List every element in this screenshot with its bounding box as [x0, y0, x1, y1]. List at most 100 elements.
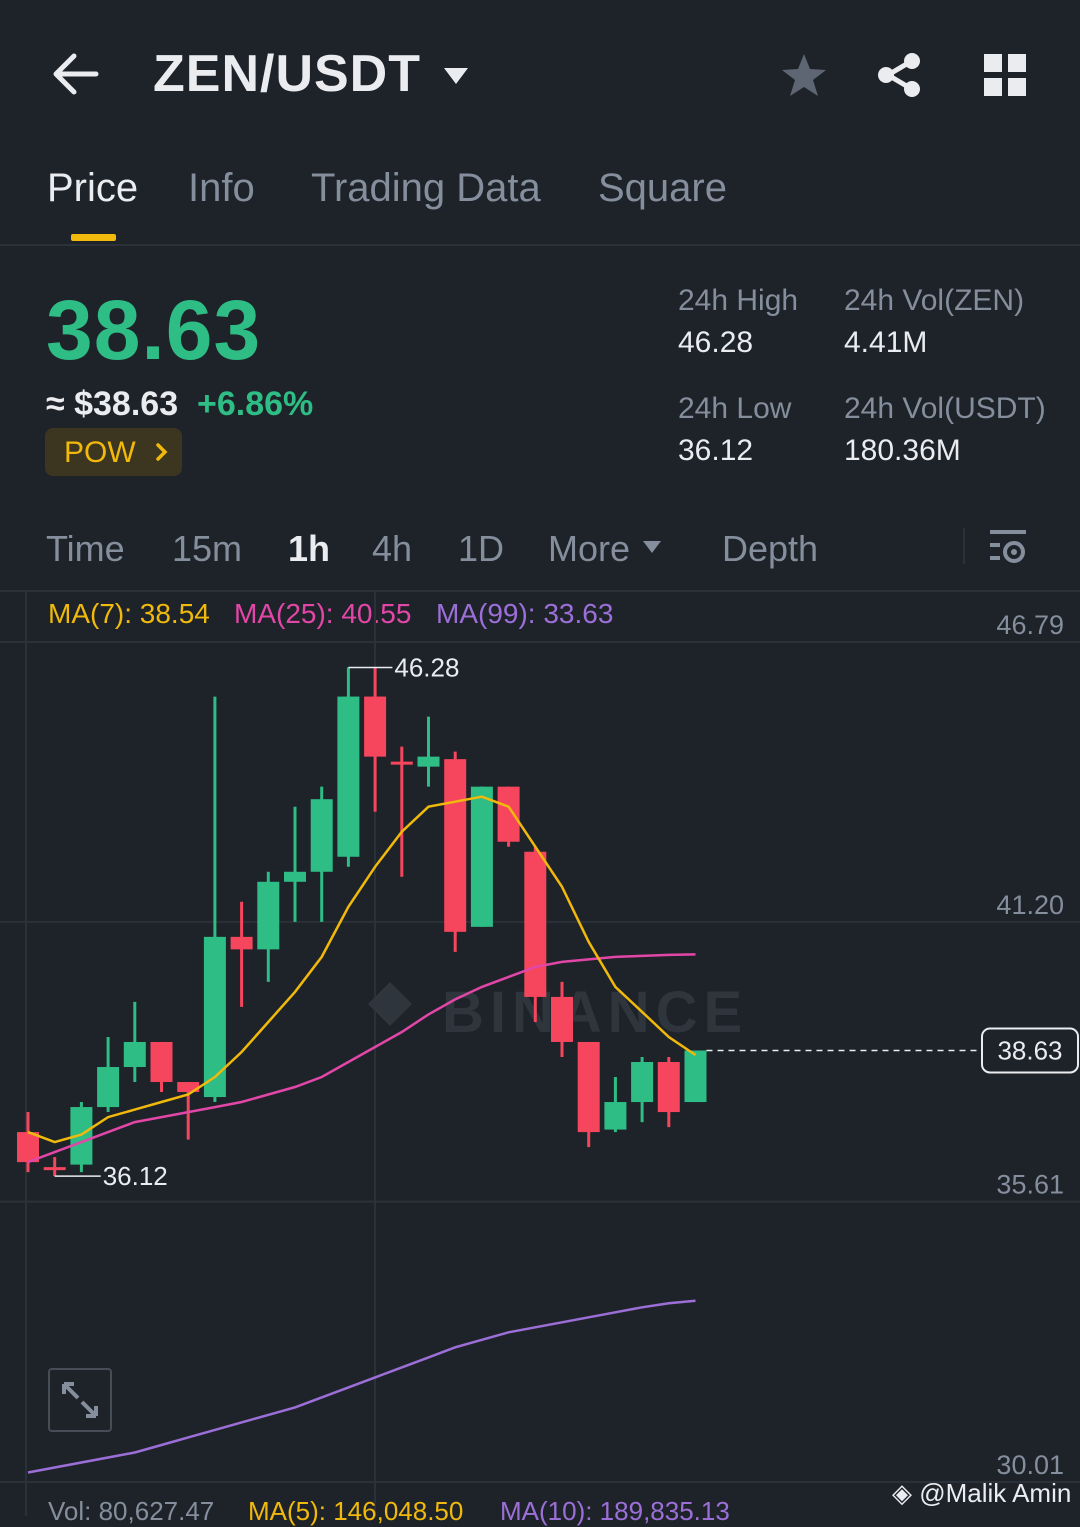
toolbar-divider — [963, 528, 965, 564]
candle — [444, 751, 467, 952]
candle-body — [150, 1041, 173, 1083]
tf-4h[interactable]: 4h — [372, 528, 412, 570]
candle-body — [470, 786, 493, 927]
price-axis-label: 30.01 — [996, 1450, 1064, 1480]
chevron-right-icon — [156, 443, 168, 461]
candle — [417, 716, 440, 787]
candle-body — [230, 936, 253, 950]
candlestick-chart[interactable]: BINANCE 46.28 36.12 38.63 46.79 41.20 35.61 3… — [0, 592, 1080, 1516]
credit-watermark: ◈ @Malik Amin — [892, 1478, 1071, 1509]
grid-menu-icon[interactable] — [984, 54, 1026, 96]
ma99-polyline — [27, 1299, 696, 1474]
tab-info[interactable]: Info — [188, 166, 255, 211]
candle — [390, 746, 413, 877]
expand-icon — [62, 1382, 98, 1418]
candle — [604, 1077, 627, 1133]
price-axis-label: 35.61 — [996, 1170, 1064, 1200]
diamond-logo-icon: ◈ — [892, 1478, 912, 1508]
candle — [284, 806, 306, 922]
low-marker-label: 36.12 — [103, 1161, 168, 1191]
candle — [684, 1050, 707, 1103]
candle-body — [390, 761, 413, 765]
credit-text: @Malik Amin — [919, 1478, 1072, 1508]
candle-body — [17, 1132, 39, 1163]
candle — [337, 667, 360, 867]
candle-body — [684, 1050, 707, 1103]
tf-depth[interactable]: Depth — [722, 528, 818, 570]
active-tab-indicator — [71, 234, 116, 241]
low-value: 36.12 — [678, 434, 754, 467]
candle — [657, 1056, 680, 1128]
fullscreen-button[interactable] — [48, 1368, 112, 1432]
vol-usdt-value: 180.36M — [844, 434, 961, 467]
candle — [364, 667, 387, 812]
candle — [17, 1112, 39, 1173]
candle-body — [631, 1062, 654, 1103]
tab-trading-data[interactable]: Trading Data — [311, 166, 541, 211]
tab-price[interactable]: Price — [47, 166, 138, 211]
candle-body — [524, 851, 547, 997]
tf-15m[interactable]: 15m — [172, 528, 242, 570]
candle — [230, 901, 253, 1007]
vol-zen-label: 24h Vol(ZEN) — [844, 284, 1025, 317]
chart-settings-icon[interactable] — [990, 528, 1028, 564]
vol-zen-value: 4.41M — [844, 326, 928, 359]
candle — [123, 1001, 146, 1083]
tf-1h[interactable]: 1h — [288, 528, 330, 570]
candle-body — [364, 696, 387, 757]
candle-body — [203, 936, 226, 1098]
candle-body — [497, 786, 520, 842]
more-dropdown-icon[interactable] — [642, 540, 662, 554]
top-bar: ZEN/USDT — [0, 0, 1080, 150]
candle — [97, 1036, 120, 1113]
pair-title[interactable]: ZEN/USDT — [153, 44, 421, 104]
pow-tag-button[interactable]: POW — [45, 428, 182, 476]
favorite-star-icon[interactable] — [780, 52, 828, 98]
low-label: 24h Low — [678, 392, 792, 425]
high-label: 24h High — [678, 284, 799, 317]
candle — [203, 696, 226, 1103]
candle — [524, 846, 547, 1022]
candle — [310, 786, 333, 922]
candle-body — [257, 881, 280, 950]
candle-body — [417, 756, 440, 767]
section-tabs: Price Info Trading Data Square — [0, 160, 1080, 246]
price-axis-label: 41.20 — [996, 890, 1064, 920]
volume-legend: Vol: 80,627.47 — [48, 1496, 215, 1526]
candle — [43, 1157, 66, 1177]
volume-ma5-legend: MA(5): 146,048.50 — [248, 1496, 464, 1526]
candle-body — [337, 696, 360, 857]
tf-time[interactable]: Time — [46, 528, 125, 570]
price-axis-label: 46.79 — [996, 610, 1064, 640]
candle — [631, 1056, 654, 1123]
tf-more[interactable]: More — [548, 528, 630, 570]
last-price-badge-text: 38.63 — [997, 1035, 1062, 1065]
candle-body — [551, 996, 573, 1042]
high-value: 46.28 — [678, 326, 754, 359]
candle — [257, 871, 280, 982]
candle-body — [657, 1062, 680, 1113]
last-price: 38.63 — [46, 283, 262, 377]
watermark-text: BINANCE — [442, 980, 748, 1045]
candle-body — [577, 1041, 600, 1133]
candle-body — [123, 1041, 146, 1068]
candle-body — [284, 871, 306, 882]
candle-body — [444, 759, 467, 932]
candle — [150, 1041, 173, 1093]
candle-body — [97, 1067, 120, 1108]
tab-square[interactable]: Square — [598, 166, 727, 211]
vol-usdt-label: 24h Vol(USDT) — [844, 392, 1046, 425]
candle — [470, 786, 493, 927]
price-change-percent: +6.86% — [197, 385, 314, 423]
pair-dropdown-icon[interactable] — [442, 66, 470, 86]
volume-ma10-legend: MA(10): 189,835.13 — [500, 1496, 730, 1526]
price-usd-approx: ≈ $38.63 — [46, 385, 179, 423]
candle — [577, 1041, 600, 1148]
candle-body — [310, 799, 333, 872]
candle-body — [43, 1167, 66, 1171]
back-arrow-icon[interactable] — [52, 52, 100, 96]
share-icon[interactable] — [876, 52, 922, 98]
tf-1d[interactable]: 1D — [458, 528, 504, 570]
candle-body — [604, 1102, 627, 1130]
high-marker-label: 46.28 — [394, 653, 459, 683]
